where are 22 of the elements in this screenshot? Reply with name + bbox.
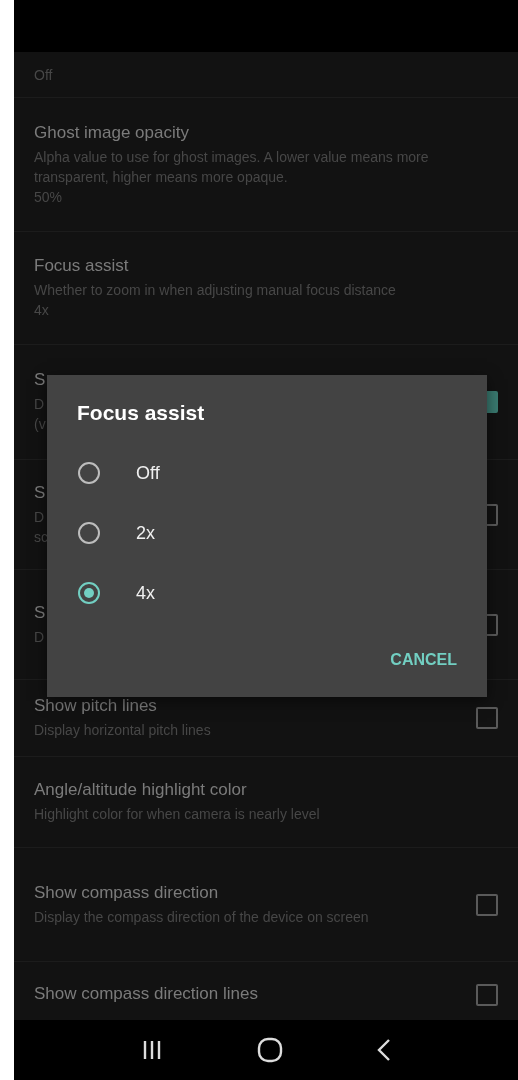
setting-title: Angle/altitude highlight color xyxy=(34,780,247,800)
setting-title: Focus assist xyxy=(34,256,129,276)
radio-option[interactable]: Off xyxy=(77,443,457,503)
radio-button[interactable] xyxy=(78,462,100,484)
setting-title: S xyxy=(34,602,46,623)
back-icon[interactable] xyxy=(375,1038,392,1062)
radio-option[interactable]: 2x xyxy=(77,503,457,563)
checkbox[interactable] xyxy=(476,893,498,916)
radio-option[interactable]: 4x xyxy=(77,563,457,623)
radio-button[interactable] xyxy=(78,522,100,544)
checkbox[interactable] xyxy=(476,707,498,729)
setting-title: Show compass direction xyxy=(34,882,219,903)
radio-button[interactable] xyxy=(78,582,100,604)
setting-title: S xyxy=(34,370,46,390)
setting-title: S xyxy=(34,482,46,503)
checkbox[interactable] xyxy=(476,984,498,1006)
setting-title: Ghost image opacity xyxy=(34,122,189,143)
dialog-title: Focus assist xyxy=(77,401,206,425)
home-icon[interactable] xyxy=(257,1037,283,1063)
cancel-button[interactable]: CANCEL xyxy=(390,645,457,675)
setting-title: Show pitch lines xyxy=(34,696,157,716)
setting-title: Show compass direction lines xyxy=(34,984,258,1004)
